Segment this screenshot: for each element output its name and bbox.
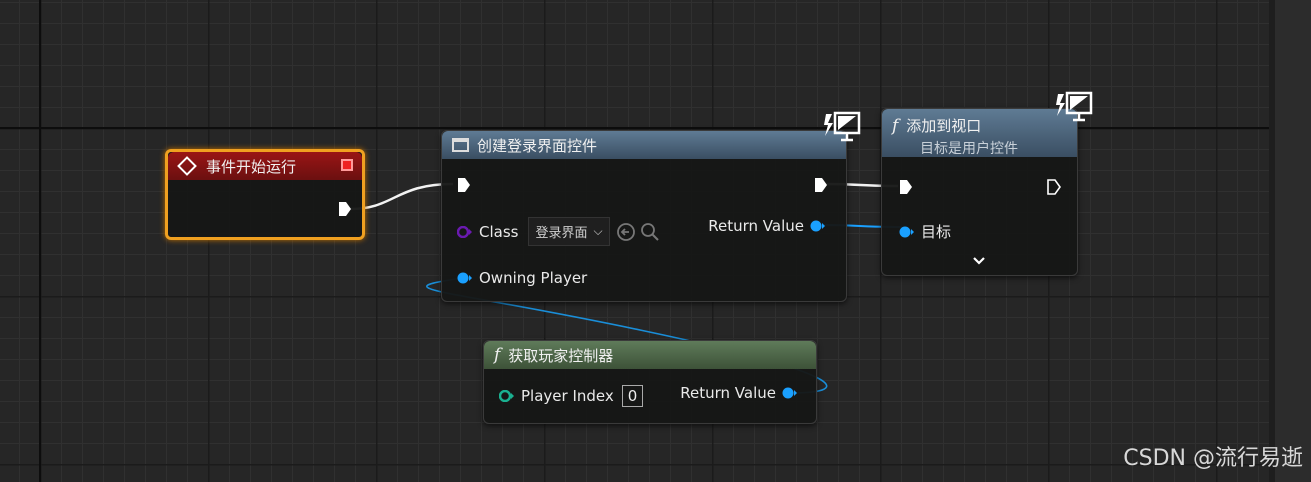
return-value-pin[interactable] [782, 387, 798, 399]
exec-in-pin[interactable] [899, 179, 913, 195]
use-selected-asset-icon[interactable] [616, 222, 636, 242]
class-input-pin[interactable] [457, 225, 473, 238]
class-pin-label: Class [479, 222, 519, 241]
return-value-pin[interactable] [810, 220, 826, 232]
create-widget-header: 创建登录界面控件 [442, 131, 846, 159]
exec-in-pin[interactable] [457, 177, 471, 193]
exec-out-pin[interactable] [814, 177, 828, 193]
exec-out-pin[interactable] [338, 201, 352, 217]
get-player-controller-header: f 获取玩家控制器 [484, 341, 816, 369]
authority-monitor-icon [824, 111, 861, 142]
owning-player-pin[interactable] [457, 272, 473, 284]
widget-icon [452, 138, 469, 152]
diamond-event-icon [177, 156, 197, 176]
authority-monitor-icon [1056, 91, 1093, 122]
event-status-icon [341, 159, 353, 171]
add-to-viewport-subtitle: 目标是用户控件 [920, 141, 1018, 157]
exec-wire-begin-to-create[interactable] [349, 182, 454, 211]
expand-chevron-icon[interactable] [972, 256, 986, 266]
player-index-pin[interactable] [499, 390, 515, 402]
owning-player-label: Owning Player [479, 269, 588, 287]
add-to-viewport-title: 添加到视口 [906, 117, 982, 135]
target-pin-label: 目标 [921, 223, 952, 241]
event-node-header: 事件开始运行 [168, 152, 362, 180]
create-widget-title: 创建登录界面控件 [477, 136, 598, 155]
add-to-viewport-header: f 添加到视口 目标是用户控件 [882, 109, 1077, 157]
exec-out-pin[interactable] [1047, 179, 1061, 195]
class-dropdown[interactable]: 登录界面 ⌵ [528, 217, 610, 246]
chevron-down-icon: ⌵ [593, 224, 603, 238]
add-to-viewport-node[interactable]: f 添加到视口 目标是用户控件 目标 [881, 108, 1078, 276]
watermark: CSDN @流行易逝 [1123, 446, 1303, 471]
get-player-controller-node[interactable]: f 获取玩家控制器 Player Index 0 Return Value [483, 340, 817, 424]
player-index-label: Player Index [521, 387, 614, 405]
scroll-gutter [1269, 0, 1311, 482]
function-icon: f [892, 115, 899, 136]
event-node-title: 事件开始运行 [206, 157, 297, 176]
grid-major-vertical [39, 0, 41, 482]
event-begin-play-node[interactable]: 事件开始运行 [165, 149, 365, 240]
browse-search-icon[interactable] [640, 222, 660, 242]
grid-major-horizontal [0, 127, 1270, 129]
return-value-label: Return Value [708, 217, 804, 235]
function-icon: f [494, 345, 501, 365]
create-widget-node[interactable]: 创建登录界面控件 Class 登录界面 ⌵ Return Value Ownin… [441, 130, 847, 302]
target-input-pin[interactable] [899, 226, 915, 238]
player-index-input[interactable]: 0 [621, 385, 644, 407]
class-dropdown-value: 登录界面 [535, 226, 588, 241]
get-player-controller-title: 获取玩家控制器 [508, 346, 614, 365]
return-value-label: Return Value [680, 384, 776, 402]
